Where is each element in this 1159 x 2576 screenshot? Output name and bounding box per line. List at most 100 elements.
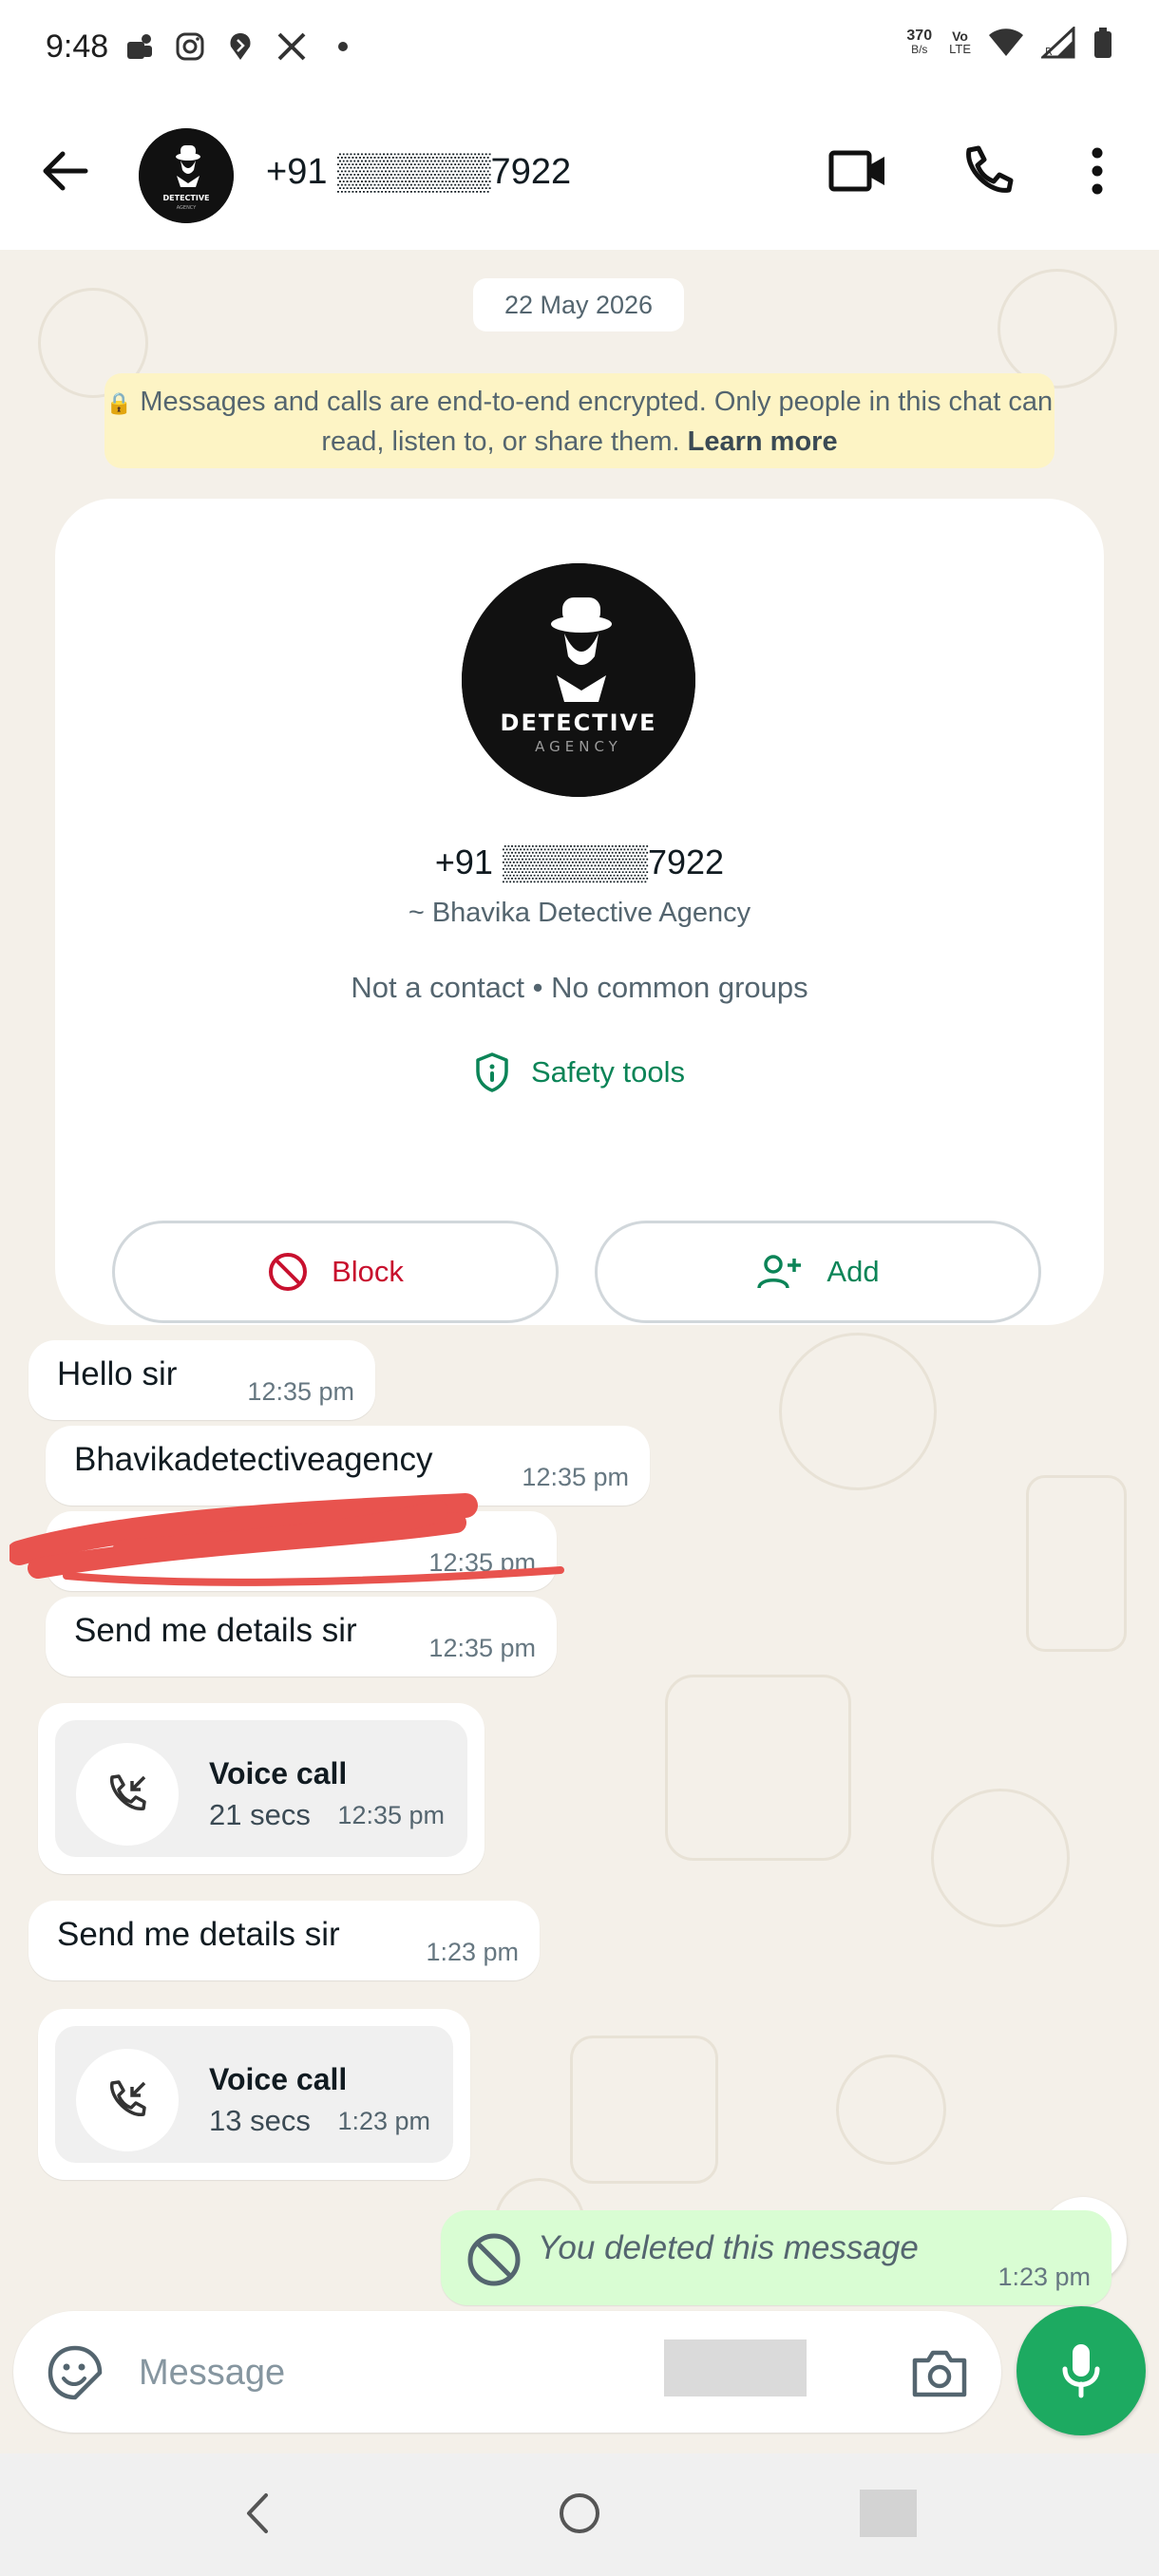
mic-icon [1062,2344,1100,2398]
network-speed-value: 370 [906,28,933,44]
block-icon [269,1253,308,1291]
incoming-call-icon [110,2080,146,2116]
chat-header: DETECTIVE AGENCY +91 ▒▒▒▒▒▒7922 [0,100,1159,250]
detective-logo-icon: DETECTIVE AGENCY [139,128,234,223]
voice-call-message[interactable]: Voice call 21 secs 12:35 pm [38,1703,484,1874]
volte-indicator: Vo LTE [949,29,971,56]
incoming-call-icon [110,1774,146,1810]
wallpaper-doodle [570,2036,718,2184]
card-contact-info: Not a contact • No common groups [351,971,808,1004]
incoming-message[interactable]: Send me details sir 12:35 pm [46,1597,557,1676]
nav-home-button[interactable] [556,2490,603,2537]
call-title: Voice call [209,1756,348,1790]
video-call-button[interactable] [825,138,891,204]
battery-icon [1094,28,1112,58]
camera-icon [912,2350,967,2397]
chat-area[interactable]: 22 May 2026 🔒 Messages and calls are end… [0,250,1159,2453]
contact-name[interactable]: +91 ▒▒▒▒▒▒7922 [266,152,571,193]
add-label: Add [826,1255,880,1288]
message-time: 1:23 pm [998,2263,1091,2291]
card-phone-number: +91 ▒▒▒▒▒▒7922 [434,843,725,881]
message-text: Hello sir [57,1355,178,1392]
add-contact-button[interactable]: Add [595,1221,1041,1323]
signal-roaming-tag: R [1045,46,1053,58]
contact-avatar[interactable]: DETECTIVE AGENCY [139,128,234,223]
nav-recents-button[interactable] [860,2490,917,2537]
phone-icon [966,145,1014,193]
deleted-icon [467,2233,521,2286]
message-text: Bhavikadetectiveagency [74,1441,433,1478]
message-text: Send me details sir [74,1612,357,1649]
wallpaper-doodle [998,269,1117,388]
safety-tools-link[interactable]: Safety tools [55,1051,1104,1093]
system-navigation-bar [0,2453,1159,2576]
message-text: Send me details sir [57,1916,340,1953]
sticker-button[interactable] [42,2339,108,2406]
voice-message-button[interactable] [1016,2306,1146,2435]
add-person-icon [757,1255,802,1289]
back-arrow-icon [43,151,88,191]
call-card[interactable]: Voice call 13 secs 1:23 pm [55,2026,453,2163]
contact-info-card: DETECTIVE AGENCY +91 ▒▒▒▒▒▒7922 ~ Bhavik… [55,499,1104,1325]
message-time: 12:35 pm [247,1377,354,1406]
nav-back-icon [247,2493,268,2533]
incoming-message[interactable]: Hello sir 12:35 pm [28,1340,375,1420]
lock-icon: 🔒 [105,391,133,415]
call-duration: 13 secs [209,2104,311,2137]
nav-back-button[interactable] [236,2490,283,2537]
block-button[interactable]: Block [112,1221,559,1323]
call-time: 1:23 pm [337,2107,430,2135]
incoming-message[interactable]: Send me details sir 1:23 pm [28,1901,540,1980]
avatar-line1: DETECTIVE [501,710,657,736]
redaction-scribble [10,1493,564,1586]
message-input[interactable] [137,2338,673,2408]
wallpaper-doodle [779,1333,937,1490]
instagram-icon [176,32,204,61]
wifi-icon [989,28,1023,56]
avatar-line2: AGENCY [535,738,622,755]
more-notifications-dot-icon [338,42,348,51]
status-time: 9:48 [46,28,109,65]
wallpaper-doodle [1026,1475,1127,1652]
x-icon [277,32,306,61]
learn-more-link[interactable]: Learn more [688,426,838,457]
avatar-small-line2: AGENCY [177,205,198,211]
message-time: 12:35 pm [428,1634,536,1662]
back-button[interactable] [36,142,93,199]
camera-button[interactable] [906,2339,973,2406]
wallpaper-doodle [665,1675,851,1861]
volte-bottom: LTE [949,42,971,56]
location-app-icon [230,33,251,60]
date-separator: 22 May 2026 [473,278,684,331]
status-bar: 9:48 370 B/s Vo LTE R [0,0,1159,100]
voice-call-button[interactable] [955,138,1021,204]
call-icon-circle [76,2049,179,2151]
nav-home-icon [560,2493,599,2533]
contact-avatar-large[interactable]: DETECTIVE AGENCY [462,563,695,797]
call-duration: 21 secs [209,1798,311,1831]
more-vert-icon [1092,147,1103,195]
message-time: 1:23 pm [426,1938,519,1966]
detective-logo-icon: DETECTIVE AGENCY [462,563,695,797]
signal-icon: R [1041,27,1075,59]
more-options-button[interactable] [1064,138,1130,204]
call-card[interactable]: Voice call 21 secs 12:35 pm [55,1720,467,1857]
encryption-notice[interactable]: 🔒 Messages and calls are end-to-end encr… [104,373,1054,468]
wallpaper-doodle [836,2055,946,2165]
call-time: 12:35 pm [337,1801,445,1829]
card-display-name: ~ Bhavika Detective Agency [408,898,751,928]
voice-call-message[interactable]: Voice call 13 secs 1:23 pm [38,2009,470,2180]
sticker-icon [48,2345,103,2400]
encryption-notice-text: Messages and calls are end-to-end encryp… [140,387,1054,457]
block-label: Block [332,1255,404,1288]
status-indicators: 370 B/s Vo LTE R [906,27,1113,59]
wallpaper-doodle [931,1789,1070,1927]
deleted-message-text: You deleted this message [538,2229,919,2266]
safety-tools-label: Safety tools [531,1055,685,1089]
avatar-small-line1: DETECTIVE [163,194,210,202]
redaction-blur [860,2490,917,2537]
network-speed-unit: B/s [911,43,928,56]
outgoing-deleted-message[interactable]: You deleted this message 1:23 pm [441,2210,1112,2305]
message-composer [13,2311,1001,2433]
call-icon-circle [76,1743,179,1846]
